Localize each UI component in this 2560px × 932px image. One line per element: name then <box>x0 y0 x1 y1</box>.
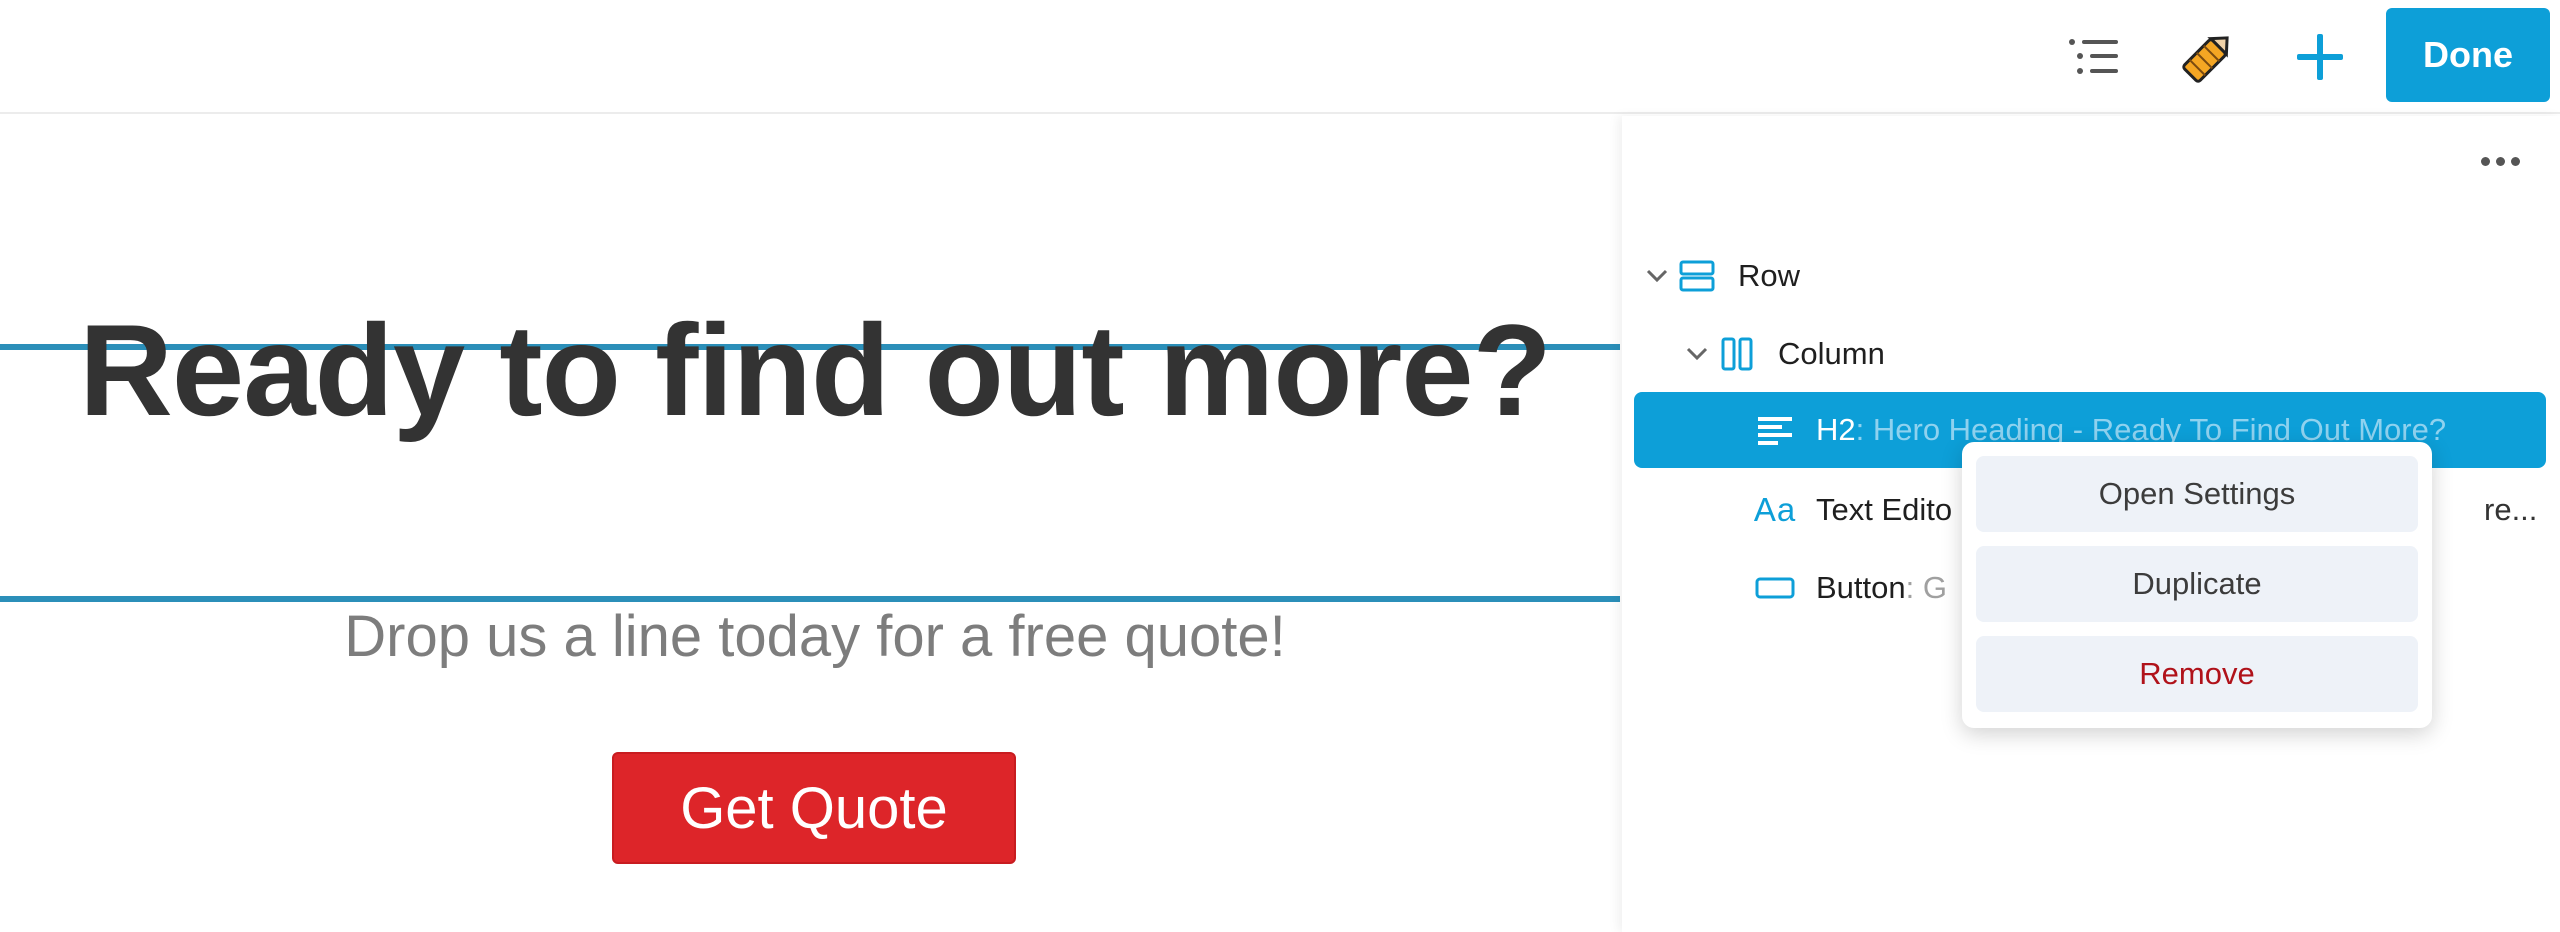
duplicate-menu-item[interactable]: Duplicate <box>1976 546 2418 622</box>
column-icon <box>1716 333 1758 375</box>
open-settings-menu-item[interactable]: Open Settings <box>1976 456 2418 532</box>
heading-bottom-border <box>0 596 1620 602</box>
hero-subtext[interactable]: Drop us a line today for a free quote! <box>0 608 1630 666</box>
get-quote-button[interactable]: Get Quote <box>612 752 1016 864</box>
button-icon <box>1754 567 1796 609</box>
outline-button[interactable] <box>2058 26 2130 88</box>
pencil-icon <box>2182 36 2229 83</box>
more-options-button[interactable] <box>2470 146 2530 176</box>
text-editor-icon: Aa <box>1753 491 1797 528</box>
top-toolbar: Done <box>0 0 2560 114</box>
tree-item-label: H2 <box>1816 412 1856 447</box>
add-button[interactable] <box>2284 24 2356 90</box>
tree-item-column[interactable]: Column <box>1634 316 2546 392</box>
heading-icon <box>1754 409 1796 451</box>
tree-item-label: Column <box>1778 336 1885 371</box>
tree-item-row[interactable]: Row <box>1634 238 2546 314</box>
chevron-down-icon[interactable] <box>1682 339 1712 369</box>
chevron-down-icon[interactable] <box>1642 261 1672 291</box>
context-menu: Open Settings Duplicate Remove <box>1962 442 2432 728</box>
remove-menu-item[interactable]: Remove <box>1976 636 2418 712</box>
hero-heading[interactable]: Ready to find out more? <box>0 305 1630 435</box>
edit-button[interactable] <box>2172 22 2244 92</box>
tree-item-label: Button <box>1816 570 1906 605</box>
done-button[interactable]: Done <box>2386 8 2550 102</box>
ellipsis-icon <box>2480 156 2490 166</box>
tree-item-description: : G <box>1905 570 1947 605</box>
tree-item-label: Text Edito <box>1816 492 1953 527</box>
plus-icon <box>2297 34 2343 80</box>
list-outline-icon <box>2069 39 2118 74</box>
tree-item-description: re... <box>2484 492 2538 527</box>
row-icon <box>1676 255 1718 297</box>
tree-item-label: Row <box>1738 258 1801 293</box>
